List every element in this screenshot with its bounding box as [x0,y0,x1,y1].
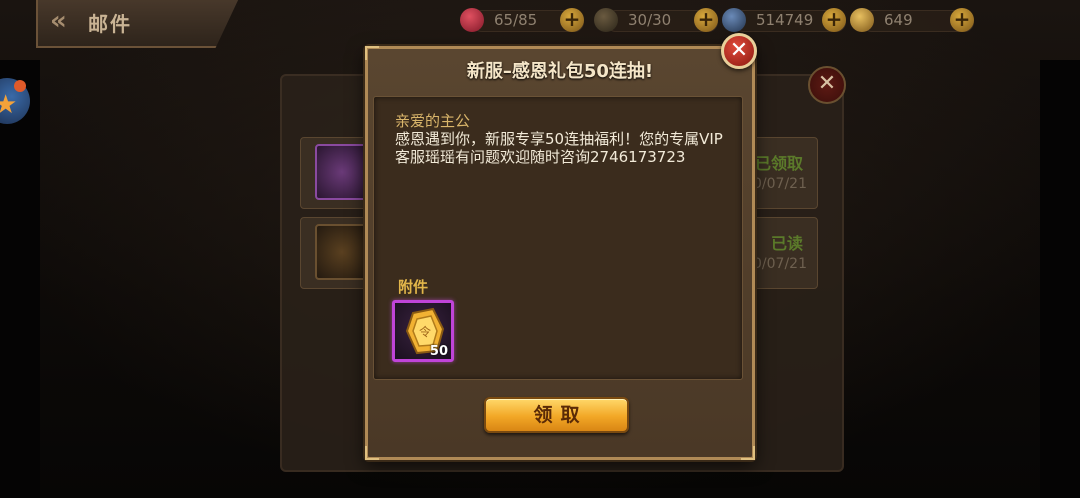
add-stamina-button[interactable]: + [560,8,584,32]
title-tab [36,0,240,48]
attachment-label: 附件 [398,278,429,296]
item-quantity: 50 [429,344,448,359]
gold-ingot-icon [315,224,369,280]
close-icon[interactable]: ✕ [721,33,757,69]
mail-date: 0/07/21 [753,176,807,192]
attachment-item[interactable]: 令 50 [392,300,454,362]
dialog-title: 新服–感恩礼包50连抽! [466,61,654,82]
lightning-icon [594,8,618,32]
add-coin-button[interactable]: + [822,8,846,32]
notification-dot [14,80,26,92]
back-icon[interactable]: « [50,6,67,36]
claim-button[interactable]: 领取 [484,397,629,433]
corner-ornament [741,446,755,460]
add-energy-button[interactable]: + [694,8,718,32]
star-icon: ★ [0,90,18,120]
add-gold-button[interactable]: + [950,8,974,32]
svg-text:令: 令 [419,324,431,339]
gold-ingot-icon [850,8,874,32]
coin-icon [722,8,746,32]
page-title: 邮件 [88,12,132,36]
right-dark-edge [1040,60,1080,498]
heart-icon [460,8,484,32]
mail-status: 已领取 [754,154,803,173]
greeting: 亲爱的主公 [395,112,471,130]
top-bar: « 邮件 65/85 + 30/30 + 514749 + 649 + [0,0,1080,48]
mail-status: 已读 [770,234,803,253]
corner-ornament [365,446,379,460]
gold-token-icon [315,144,369,200]
mail-body: 感恩遇到你，新服专享50连抽福利！您的专属VIP客服瑶瑶有问题欢迎随时咨询274… [395,130,723,166]
mail-date: 0/07/21 [753,256,807,272]
left-dark-edge [0,60,40,498]
mail-panel-close-icon[interactable]: ✕ [808,66,846,104]
